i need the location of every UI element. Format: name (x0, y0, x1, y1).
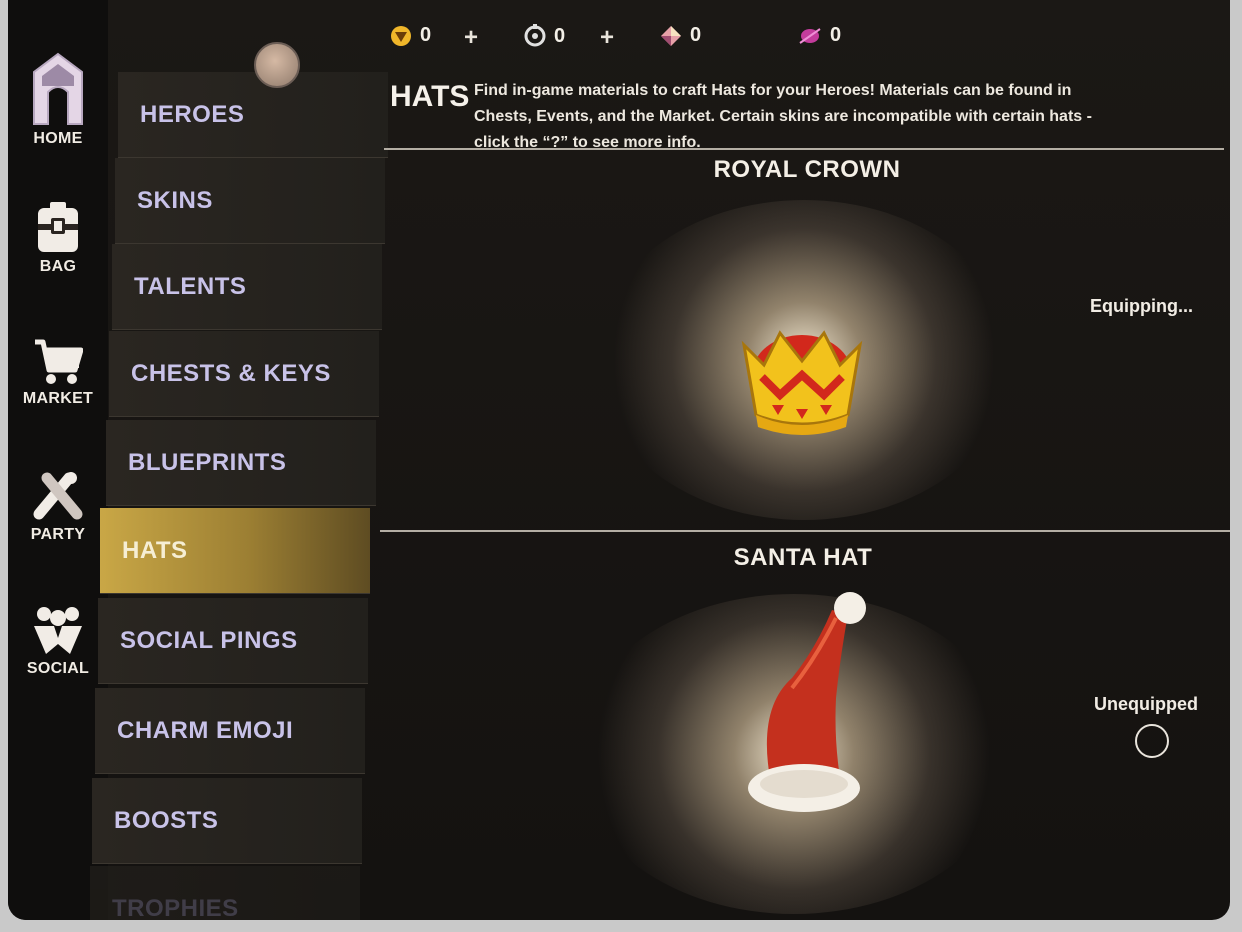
collection-menu: HEROES SKINS TALENTS CHESTS & KEYS BLUEP… (90, 72, 388, 920)
sidebar-item-label: HOME (33, 130, 83, 147)
menu-item-label: TALENTS (134, 272, 247, 300)
currency-gem: 0 (660, 24, 701, 47)
currency-value: 0 (830, 24, 842, 46)
sidebar-item-market[interactable]: MARKET (8, 338, 108, 408)
menu-item-heroes[interactable]: HEROES (118, 72, 388, 158)
currency-value: 0 (554, 24, 566, 47)
currency-value: 0 (420, 24, 432, 46)
silver-token-icon (524, 24, 546, 47)
hat-status-equipping: Equipping... (1090, 296, 1193, 316)
hat-status-unequipped: Unequipped (1094, 694, 1198, 714)
sidebar-item-bag[interactable]: BAG (8, 202, 108, 276)
currency-gold: 0 (390, 24, 431, 47)
menu-item-label: SOCIAL PINGS (120, 626, 298, 654)
hat-card-royal-crown[interactable]: ROYAL CROWN Equipping... (384, 150, 1230, 530)
hat-name: ROYAL CROWN (713, 156, 901, 183)
santa-hat-icon (748, 592, 866, 812)
sidebar-item-party[interactable]: PARTY (8, 470, 108, 544)
menu-item-label: BLUEPRINTS (128, 448, 287, 476)
sidebar-item-label: MARKET (22, 390, 94, 407)
essence-icon (799, 27, 821, 44)
menu-item-label: SKINS (137, 186, 213, 214)
currency-silver: 0 (524, 24, 565, 48)
sidebar-item-social[interactable]: SOCIAL (8, 604, 108, 678)
currency-essence: 0 (798, 24, 841, 47)
menu-item-talents[interactable]: TALENTS (112, 244, 382, 330)
menu-item-label: CHARM EMOJI (117, 716, 294, 744)
menu-item-blueprints[interactable]: BLUEPRINTS (106, 420, 376, 506)
hat-name: SANTA HAT (733, 544, 873, 571)
cart-icon (35, 339, 83, 384)
menu-item-social-pings[interactable]: SOCIAL PINGS (98, 598, 368, 684)
add-currency-button[interactable]: + (464, 24, 478, 52)
page-description: Find in-game materials to craft Hats for… (474, 82, 1092, 151)
home-icon (33, 52, 83, 125)
sidebar-item-home[interactable]: HOME (8, 52, 108, 148)
party-icon (33, 472, 83, 520)
gold-token-icon (391, 25, 411, 46)
currency-value: 0 (690, 24, 702, 46)
menu-item-label: HEROES (140, 100, 245, 128)
social-icon (34, 607, 82, 654)
menu-item-label: BOOSTS (114, 806, 219, 834)
page-title: HATS (390, 80, 470, 113)
add-currency-button[interactable]: + (600, 24, 614, 52)
menu-item-charm-emoji[interactable]: CHARM EMOJI (95, 688, 365, 774)
card-divider (380, 530, 1230, 532)
sidebar-item-label: PARTY (30, 526, 86, 543)
menu-item-hats[interactable]: HATS (100, 508, 370, 594)
game-screen: HOME BAG MARKET PARTY SOCIAL HEROES SKIN… (8, 0, 1230, 920)
menu-item-label: TROPHIES (112, 894, 239, 921)
sidebar-item-label: SOCIAL (26, 660, 90, 677)
hat-card-santa-hat[interactable]: SANTA HAT Unequipped (384, 534, 1230, 920)
bag-icon (38, 202, 78, 252)
menu-item-label: HATS (122, 536, 188, 564)
sidebar-item-label: BAG (39, 258, 77, 275)
crown-icon (741, 330, 863, 435)
menu-item-boosts[interactable]: BOOSTS (92, 778, 362, 864)
equip-radio-button[interactable] (1135, 724, 1169, 758)
menu-item-chests-keys[interactable]: CHESTS & KEYS (109, 331, 379, 417)
gem-icon (661, 25, 681, 46)
floating-home-button[interactable] (254, 42, 300, 88)
menu-item-skins[interactable]: SKINS (115, 158, 385, 244)
menu-item-trophies[interactable]: TROPHIES (90, 866, 360, 920)
menu-item-label: CHESTS & KEYS (131, 359, 331, 387)
